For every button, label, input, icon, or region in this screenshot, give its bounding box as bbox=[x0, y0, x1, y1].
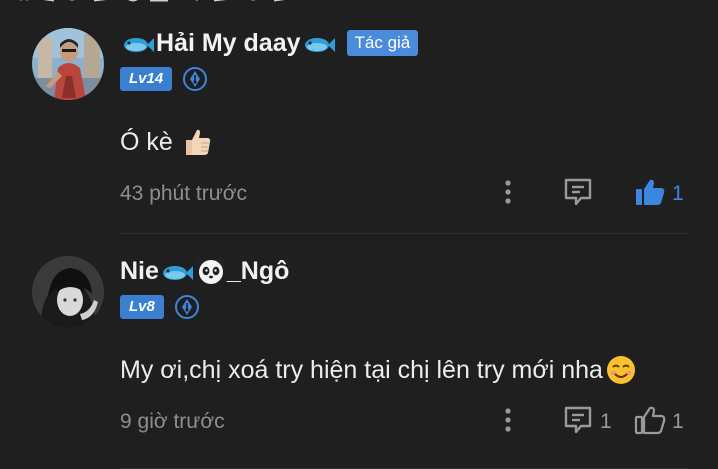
like-button[interactable]: 1 bbox=[634, 178, 684, 210]
thumbs-up-emoji bbox=[181, 126, 213, 158]
smile-emoji bbox=[605, 354, 637, 386]
user-badges: Lv8 bbox=[120, 294, 200, 320]
username[interactable]: Nie _Ngô bbox=[120, 256, 289, 286]
fish-icon bbox=[121, 33, 155, 53]
reply-button[interactable] bbox=[562, 178, 600, 210]
comment-item: Hải My daay Tác giả Lv14 Ó kè 43 phút tr… bbox=[0, 26, 718, 234]
fish-icon bbox=[160, 261, 194, 281]
like-button[interactable]: 1 bbox=[634, 406, 684, 438]
avatar[interactable] bbox=[32, 256, 104, 328]
username[interactable]: Hải My daay bbox=[120, 29, 337, 58]
more-options-button[interactable] bbox=[496, 406, 520, 438]
reply-count: 1 bbox=[600, 410, 612, 433]
fish-icon bbox=[302, 33, 336, 53]
reply-comment-icon bbox=[562, 177, 594, 212]
comment-item: Nie _Ngô Lv8 My ơi,chị xoá try hiện tại … bbox=[0, 234, 718, 469]
username-text: Nie bbox=[120, 256, 159, 285]
pen-icon bbox=[182, 66, 208, 92]
comment-body: Ó kè bbox=[120, 127, 173, 156]
pen-icon bbox=[174, 294, 200, 320]
previous-comment-fragment bbox=[0, 0, 718, 4]
level-badge: Lv8 bbox=[120, 295, 164, 319]
level-badge: Lv14 bbox=[120, 67, 173, 91]
like-icon bbox=[634, 405, 666, 440]
comment-meta: 9 giờ trước 1 1 bbox=[120, 406, 688, 438]
comment-list: Hải My daay Tác giả Lv14 Ó kè 43 phút tr… bbox=[0, 0, 718, 469]
more-options-button[interactable] bbox=[496, 178, 520, 210]
more-vertical-icon bbox=[504, 178, 512, 211]
username-text: Hải My daay bbox=[156, 28, 301, 57]
avatar[interactable] bbox=[32, 28, 104, 100]
like-count: 1 bbox=[672, 182, 684, 205]
like-count: 1 bbox=[672, 410, 684, 433]
username-row: Nie _Ngô bbox=[120, 255, 289, 287]
panda-icon bbox=[196, 256, 226, 286]
comment-body: My ơi,chị xoá try hiện tại chị lên try m… bbox=[120, 355, 603, 384]
comment-meta: 43 phút trước 1 bbox=[120, 178, 688, 210]
comment-text: My ơi,chị xoá try hiện tại chị lên try m… bbox=[120, 352, 637, 388]
author-badge: Tác giả bbox=[346, 30, 419, 56]
like-icon bbox=[634, 177, 666, 212]
username-row: Hải My daay Tác giả bbox=[120, 27, 419, 59]
timestamp: 43 phút trước bbox=[120, 182, 248, 205]
username-text: _Ngô bbox=[226, 256, 290, 285]
reply-button[interactable]: 1 bbox=[562, 406, 612, 438]
comment-text: Ó kè bbox=[120, 124, 213, 160]
more-vertical-icon bbox=[504, 406, 512, 439]
timestamp: 9 giờ trước bbox=[120, 410, 225, 433]
user-badges: Lv14 bbox=[120, 66, 208, 92]
reply-comment-icon bbox=[562, 405, 594, 440]
